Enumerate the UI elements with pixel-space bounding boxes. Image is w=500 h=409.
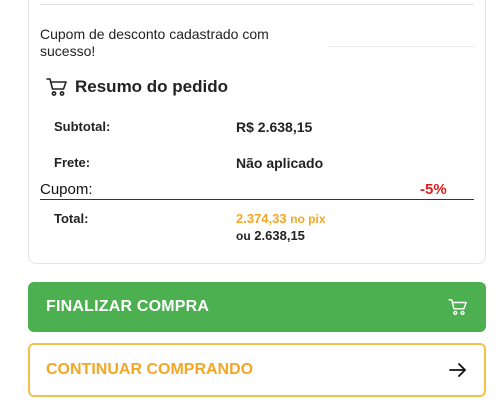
cart-icon xyxy=(46,77,68,97)
shipping-value: Não aplicado xyxy=(236,155,324,171)
coupon-field-underline xyxy=(328,46,474,47)
summary-header: Resumo do pedido xyxy=(46,77,228,97)
shipping-label: Frete: xyxy=(54,155,91,170)
total-alt-prefix: ou xyxy=(236,229,251,243)
coupon-success-message: Cupom de desconto cadastrado com sucesso… xyxy=(40,26,269,59)
finish-purchase-button[interactable]: FINALIZAR COMPRA xyxy=(28,282,486,332)
total-pix-price: 2.374,33 no pix xyxy=(236,211,326,226)
arrow-right-icon xyxy=(448,362,468,378)
coupon-discount-value: -5% xyxy=(420,181,447,198)
continue-shopping-label: CONTINUAR COMPRANDO xyxy=(46,361,254,378)
subtotal-value: R$ 2.638,15 xyxy=(236,119,313,135)
finish-purchase-label: FINALIZAR COMPRA xyxy=(46,298,210,315)
coupon-label: Cupom: xyxy=(40,181,93,198)
total-alt-price: ou 2.638,15 xyxy=(236,228,305,243)
cart-icon xyxy=(448,298,468,316)
total-pix-suffix: no pix xyxy=(290,212,326,226)
divider xyxy=(40,4,474,5)
continue-shopping-button[interactable]: CONTINUAR COMPRANDO xyxy=(28,343,486,397)
total-label: Total: xyxy=(54,211,89,226)
coupon-divider xyxy=(40,199,474,200)
order-summary-page: Cupom de desconto cadastrado com sucesso… xyxy=(0,0,500,409)
total-alt-value: 2.638,15 xyxy=(254,228,305,243)
subtotal-label: Subtotal: xyxy=(54,119,111,134)
total-pix-value: 2.374,33 xyxy=(236,211,287,226)
summary-title: Resumo do pedido xyxy=(75,77,228,96)
